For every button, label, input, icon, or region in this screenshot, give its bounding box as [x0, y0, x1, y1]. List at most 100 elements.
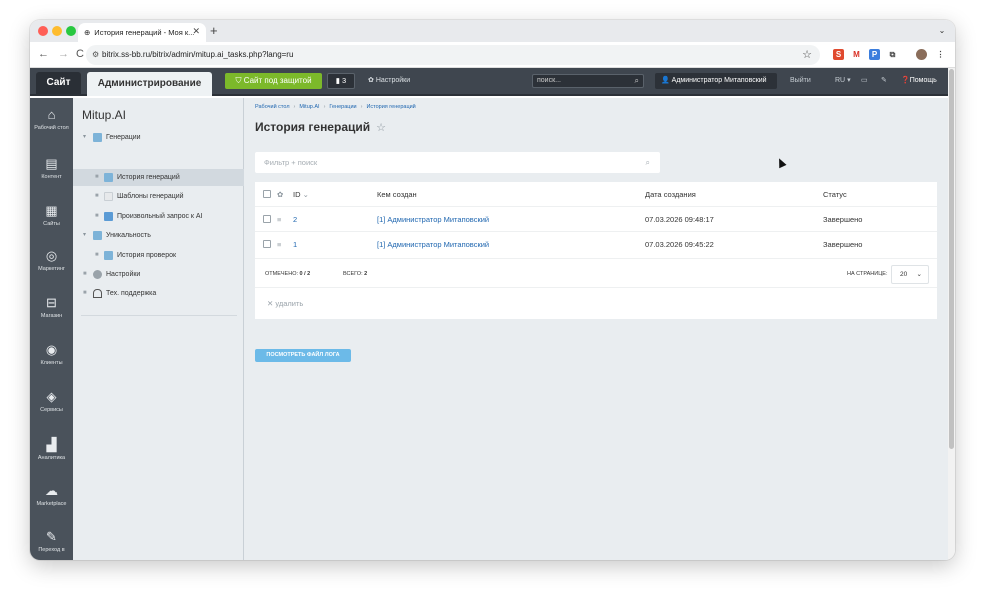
language-switch[interactable]: RU ▾	[835, 73, 851, 89]
calendar-icon: ▦	[45, 203, 58, 218]
sidebar-item-analytics[interactable]: ▟ Аналитика	[30, 438, 73, 462]
sidebar-item-clients[interactable]: ◉ Клиенты	[30, 343, 73, 367]
breadcrumb-item[interactable]: История генераций	[366, 104, 415, 110]
pin-icon[interactable]: ✎	[881, 73, 887, 89]
favorite-star-icon[interactable]: ☆	[376, 122, 386, 134]
language-label: RU	[835, 77, 846, 84]
grid-settings-icon[interactable]: ✿	[277, 182, 283, 207]
menu-item-generations[interactable]: ▾ Генерации	[73, 129, 244, 146]
gmail-icon[interactable]: M	[851, 49, 862, 60]
menu-item-support[interactable]: ■ Тех. поддержка	[73, 285, 244, 302]
select-all-checkbox[interactable]	[263, 190, 271, 198]
menu-item-check-history[interactable]: ■ История проверок	[73, 247, 244, 264]
site-settings-icon[interactable]: ⚙	[92, 45, 99, 65]
help-icon: ❓	[901, 77, 910, 84]
new-tab-button[interactable]: +	[210, 23, 218, 38]
extension-s-icon[interactable]: S	[833, 49, 844, 60]
menu-item-settings[interactable]: ■ Настройки	[73, 266, 244, 283]
row-creator[interactable]: [1] Администратор Митаповский	[377, 207, 489, 232]
row-checkbox[interactable]	[263, 215, 271, 223]
browser-menu-icon[interactable]: ⋮	[935, 49, 946, 60]
site-protected-button[interactable]: ⛉ Сайт под защитой	[225, 73, 322, 89]
menu-item-custom-request[interactable]: ■ Произвольный запрос к AI	[73, 208, 244, 225]
row-id[interactable]: 2	[293, 207, 297, 232]
grid-header-row: ✿ ID ⌄ Кем создан Дата создания Статус	[255, 182, 937, 207]
page-scrollbar[interactable]	[948, 68, 955, 560]
logout-link[interactable]: Выйти	[790, 73, 811, 89]
row-creator[interactable]: [1] Администратор Митаповский	[377, 232, 489, 257]
selected-label: ОТМЕЧЕНО:	[265, 271, 298, 277]
shield-icon: ⛉	[235, 76, 244, 85]
main-content: Рабочий стол › Mitup.AI › Генерации › История …	[244, 98, 948, 560]
row-id[interactable]: 1	[293, 232, 297, 257]
search-icon[interactable]: ⌕	[646, 152, 650, 173]
chevron-down-icon[interactable]: ▾	[83, 227, 86, 244]
maximize-window-button[interactable]	[66, 26, 76, 36]
filter-search-input[interactable]: Фильтр + поиск ⌕	[255, 152, 660, 173]
row-checkbox[interactable]	[263, 240, 271, 248]
sidebar-item-goto[interactable]: ✎ Переход в	[30, 530, 73, 554]
scrollbar-thumb[interactable]	[949, 69, 954, 449]
edit-icon: ✎	[46, 529, 57, 544]
close-window-button[interactable]	[38, 26, 48, 36]
row-actions-menu-icon[interactable]: ≡	[277, 232, 281, 257]
breadcrumb-item[interactable]: Mitup.AI	[299, 104, 319, 110]
sidebar-item-marketplace[interactable]: ☁ Marketplace	[30, 484, 73, 508]
forward-icon[interactable]: →	[58, 48, 69, 60]
reload-icon[interactable]: C	[76, 48, 84, 60]
updates-button[interactable]: ▮ 3	[327, 73, 355, 89]
sidebar-item-sites[interactable]: ▦ Сайты	[30, 204, 73, 228]
sidebar-item-services[interactable]: ◈ Сервисы	[30, 390, 73, 414]
bookmark-star-icon[interactable]: ☆	[802, 45, 812, 65]
tab-search-icon[interactable]: ⌄	[935, 24, 949, 38]
row-actions-menu-icon[interactable]: ≡	[277, 207, 281, 232]
sidebar-label: Аналитика	[37, 455, 66, 461]
settings-label: Настройки	[375, 77, 411, 84]
help-link[interactable]: ❓Помощь	[901, 73, 937, 89]
table-row[interactable]: ≡ 2 [1] Администратор Митаповский 07.03.…	[255, 207, 937, 232]
view-log-button[interactable]: ПОСМОТРЕТЬ ФАЙЛ ЛОГА	[255, 349, 351, 362]
sidebar-item-shop[interactable]: ⊟ Магазин	[30, 296, 73, 320]
row-date: 07.03.2026 09:48:17	[645, 215, 714, 224]
admin-tab[interactable]: Администрирование	[87, 72, 212, 96]
site-protected-label: Сайт под защитой	[243, 76, 312, 85]
sidebar-item-marketing[interactable]: ◎ Маркетинг	[30, 249, 73, 273]
chevron-down-icon[interactable]: ▾	[83, 129, 86, 146]
home-icon: ⌂	[47, 107, 56, 122]
url-field[interactable]: ⚙ bitrix.ss-bb.ru/bitrix/admin/mitup.ai_…	[86, 45, 820, 65]
profile-avatar[interactable]	[916, 49, 927, 60]
search-icon[interactable]: ⌕	[635, 75, 639, 87]
user-menu[interactable]: 👤 Администратор Митаповский	[655, 73, 777, 89]
address-bar-row: ← → C ⚙ bitrix.ss-bb.ru/bitrix/admin/mit…	[30, 42, 955, 68]
breadcrumb-item[interactable]: Генерации	[329, 104, 356, 110]
extension-p-icon[interactable]: P	[869, 49, 880, 60]
row-status: Завершено	[823, 215, 863, 224]
table-row[interactable]: ≡ 1 [1] Администратор Митаповский 07.03.…	[255, 232, 937, 257]
per-page-select[interactable]: 20 ⌄	[891, 265, 929, 284]
settings-link[interactable]: ✿ Настройки	[368, 73, 410, 89]
clients-icon: ◉	[45, 342, 58, 357]
browser-tab[interactable]: ⊕ История генераций - Моя к... ✕	[78, 23, 206, 42]
gear-icon: ✿	[368, 77, 376, 84]
favorites-icon[interactable]: ▭	[861, 73, 868, 89]
sidebar-item-content[interactable]: ▤ Контент	[30, 157, 73, 181]
back-icon[interactable]: ←	[38, 48, 49, 60]
extensions-puzzle-icon[interactable]: ⧉	[887, 49, 898, 60]
column-header-id[interactable]: ID ⌄	[293, 182, 309, 207]
menu-item-label: История генераций	[117, 174, 180, 181]
menu-item-generation-history[interactable]: ■ История генераций	[73, 169, 244, 186]
column-header-date[interactable]: Дата создания	[645, 182, 696, 207]
minimize-window-button[interactable]	[52, 26, 62, 36]
close-tab-icon[interactable]: ✕	[192, 26, 200, 37]
menu-item-uniqueness[interactable]: ▾ Уникальность	[73, 227, 244, 244]
menu-item-templates[interactable]: ■ Шаблоны генераций	[73, 188, 244, 205]
sidebar-item-desktop[interactable]: ⌂ Рабочий стол	[30, 108, 73, 132]
menu-item-label: Уникальность	[106, 232, 151, 239]
top-search-input[interactable]: поиск... ⌕	[532, 74, 644, 88]
site-tab[interactable]: Сайт	[36, 72, 81, 94]
column-header-label: ID	[293, 190, 301, 199]
delete-action[interactable]: ✕ удалить	[255, 289, 937, 319]
breadcrumb-item[interactable]: Рабочий стол	[255, 104, 290, 110]
column-header-status[interactable]: Статус	[823, 182, 847, 207]
column-header-creator[interactable]: Кем создан	[377, 182, 417, 207]
